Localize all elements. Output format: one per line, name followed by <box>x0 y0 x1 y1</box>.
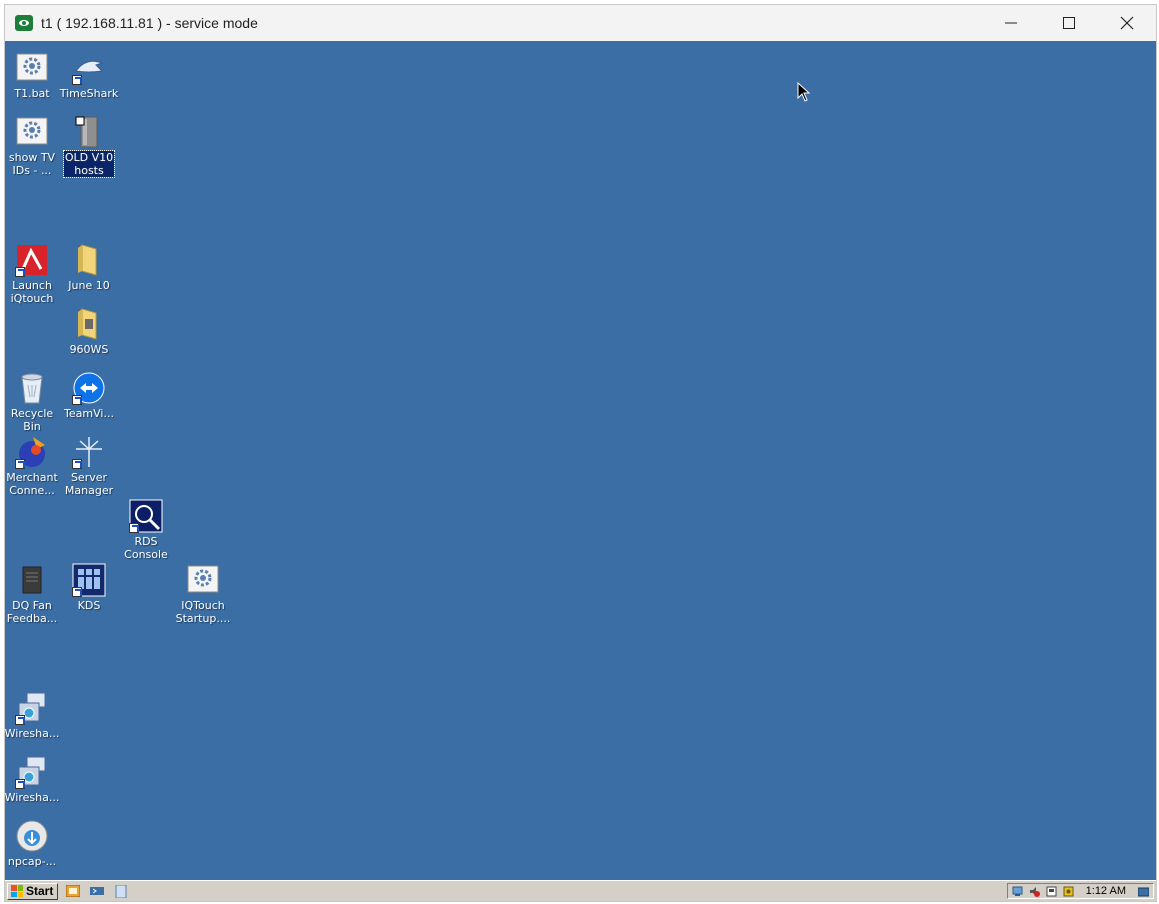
desktop-icon-label: npcap-... <box>7 855 57 868</box>
desktop-icon-label: June 10 <box>68 279 110 292</box>
start-button[interactable]: Start <box>7 882 59 900</box>
desktop-icon-teamviewer[interactable]: TeamVi... <box>60 371 118 420</box>
taskbar-clock[interactable]: 1:12 AM <box>1086 885 1126 897</box>
desktop-icon-label: DQ Fan Feedba... <box>6 599 58 625</box>
desktop-icon-label: Recycle Bin <box>10 407 54 433</box>
desktop-icon-label: Wiresha... <box>4 791 60 804</box>
viewer-eye-icon <box>15 15 33 31</box>
security-tray-icon[interactable] <box>1063 886 1074 897</box>
desktop-icon-launch-iqtouch[interactable]: Launch iQtouch <box>5 243 61 305</box>
minimize-button[interactable] <box>982 5 1040 41</box>
desktop-icon-rds-console[interactable]: RDS Console <box>117 499 175 561</box>
merchant-connect-icon <box>15 435 49 469</box>
display-tray-icon[interactable] <box>1046 886 1057 897</box>
desktop-icon-label: 960WS <box>69 343 109 356</box>
desktop-icon-merchant-connect[interactable]: Merchant Conne... <box>5 435 61 497</box>
quicklaunch-explorer[interactable] <box>112 883 130 899</box>
server-manager-quicklaunch-icon <box>66 885 81 897</box>
close-button[interactable] <box>1098 5 1156 41</box>
installer-icon <box>15 755 49 789</box>
windows-logo-icon <box>11 885 23 897</box>
shark-shortcut-icon <box>72 51 106 85</box>
desktop-icon-june-10[interactable]: June 10 <box>60 243 118 292</box>
batch-file-gear-icon <box>186 563 220 597</box>
powershell-icon <box>90 887 105 895</box>
desktop-icon-wireshark-1[interactable]: Wiresha... <box>4 691 61 740</box>
recycle-bin-icon <box>15 371 49 405</box>
volume-muted-tray-icon[interactable] <box>1029 886 1040 897</box>
folder-icon <box>72 307 106 341</box>
desktop-icon-npcap[interactable]: npcap-... <box>5 819 61 868</box>
close-icon <box>1120 16 1134 30</box>
show-desktop-icon[interactable] <box>1138 886 1149 897</box>
desktop-icon-wireshark-2[interactable]: Wiresha... <box>4 755 61 804</box>
network-tray-icon[interactable] <box>1012 886 1023 897</box>
desktop-icon-iqtouch-startup[interactable]: IQTouch Startup.... <box>174 563 232 625</box>
desktop-icon-timeshark[interactable]: TimeShark <box>60 51 118 100</box>
desktop-icon-960ws[interactable]: 960WS <box>60 307 118 356</box>
maximize-button[interactable] <box>1040 5 1098 41</box>
batch-file-gear-icon <box>15 51 49 85</box>
desktop-icon-label: TimeShark <box>59 87 119 100</box>
start-label: Start <box>26 884 54 898</box>
quicklaunch-powershell[interactable] <box>88 883 106 899</box>
desktop-icon-dq-fan-feedback[interactable]: DQ Fan Feedba... <box>5 563 61 625</box>
folder-icon <box>72 243 106 277</box>
window-title: t1 ( 192.168.11.81 ) - service mode <box>41 15 258 31</box>
mouse-pointer-icon <box>797 81 811 107</box>
npcap-installer-icon <box>15 819 49 853</box>
batch-file-gear-icon <box>15 115 49 149</box>
desktop-icon-label: T1.bat <box>14 87 50 100</box>
desktop-icon-label: IQTouch Startup.... <box>175 599 231 625</box>
title-bar[interactable]: t1 ( 192.168.11.81 ) - service mode <box>5 5 1156 41</box>
hosts-file-icon <box>72 115 106 149</box>
desktop-icon-label: Wiresha... <box>4 727 60 740</box>
desktop-icon-kds[interactable]: KDS <box>60 563 118 612</box>
desktop-icon-label: Merchant Conne... <box>6 471 58 497</box>
rds-console-icon <box>129 499 163 533</box>
kds-app-icon <box>72 563 106 597</box>
system-tray: 1:12 AM <box>1006 883 1154 899</box>
taskbar: Start 1:12 AM <box>5 880 1156 901</box>
desktop-icon-recycle-bin[interactable]: Recycle Bin <box>5 371 61 433</box>
minimize-icon <box>1005 22 1017 24</box>
desktop-icon-label: OLD V10 hosts <box>62 150 116 178</box>
quicklaunch-server-manager[interactable] <box>64 883 82 899</box>
desktop-icon-server-manager[interactable]: Server Manager <box>60 435 118 497</box>
desktop-icon-old-v10-hosts[interactable]: OLD V10 hosts <box>60 115 118 178</box>
desktop-icon-label: Launch iQtouch <box>10 279 54 305</box>
maximize-icon <box>1063 17 1075 29</box>
document-icon <box>15 563 49 597</box>
desktop-icon-t1-bat[interactable]: T1.bat <box>5 51 61 100</box>
desktop-icon-label: TeamVi... <box>64 407 114 420</box>
desktop-icon-label: show TV IDs - ... <box>8 151 56 177</box>
iqtouch-app-icon <box>15 243 49 277</box>
remote-session-window: t1 ( 192.168.11.81 ) - service mode T1.b… <box>4 4 1157 902</box>
explorer-icon <box>115 884 127 898</box>
desktop-area: T1.bat TimeShark show TV IDs - ... OLD V… <box>5 41 1156 882</box>
desktop-icon-label: Server Manager <box>64 471 114 497</box>
desktop-icon-label: RDS Console <box>124 535 168 561</box>
server-manager-icon <box>72 435 106 469</box>
desktop-icon-show-tv-ids[interactable]: show TV IDs - ... <box>5 115 61 177</box>
desktop-icon-label: KDS <box>77 599 101 612</box>
installer-icon <box>15 691 49 725</box>
teamviewer-icon <box>72 371 106 405</box>
